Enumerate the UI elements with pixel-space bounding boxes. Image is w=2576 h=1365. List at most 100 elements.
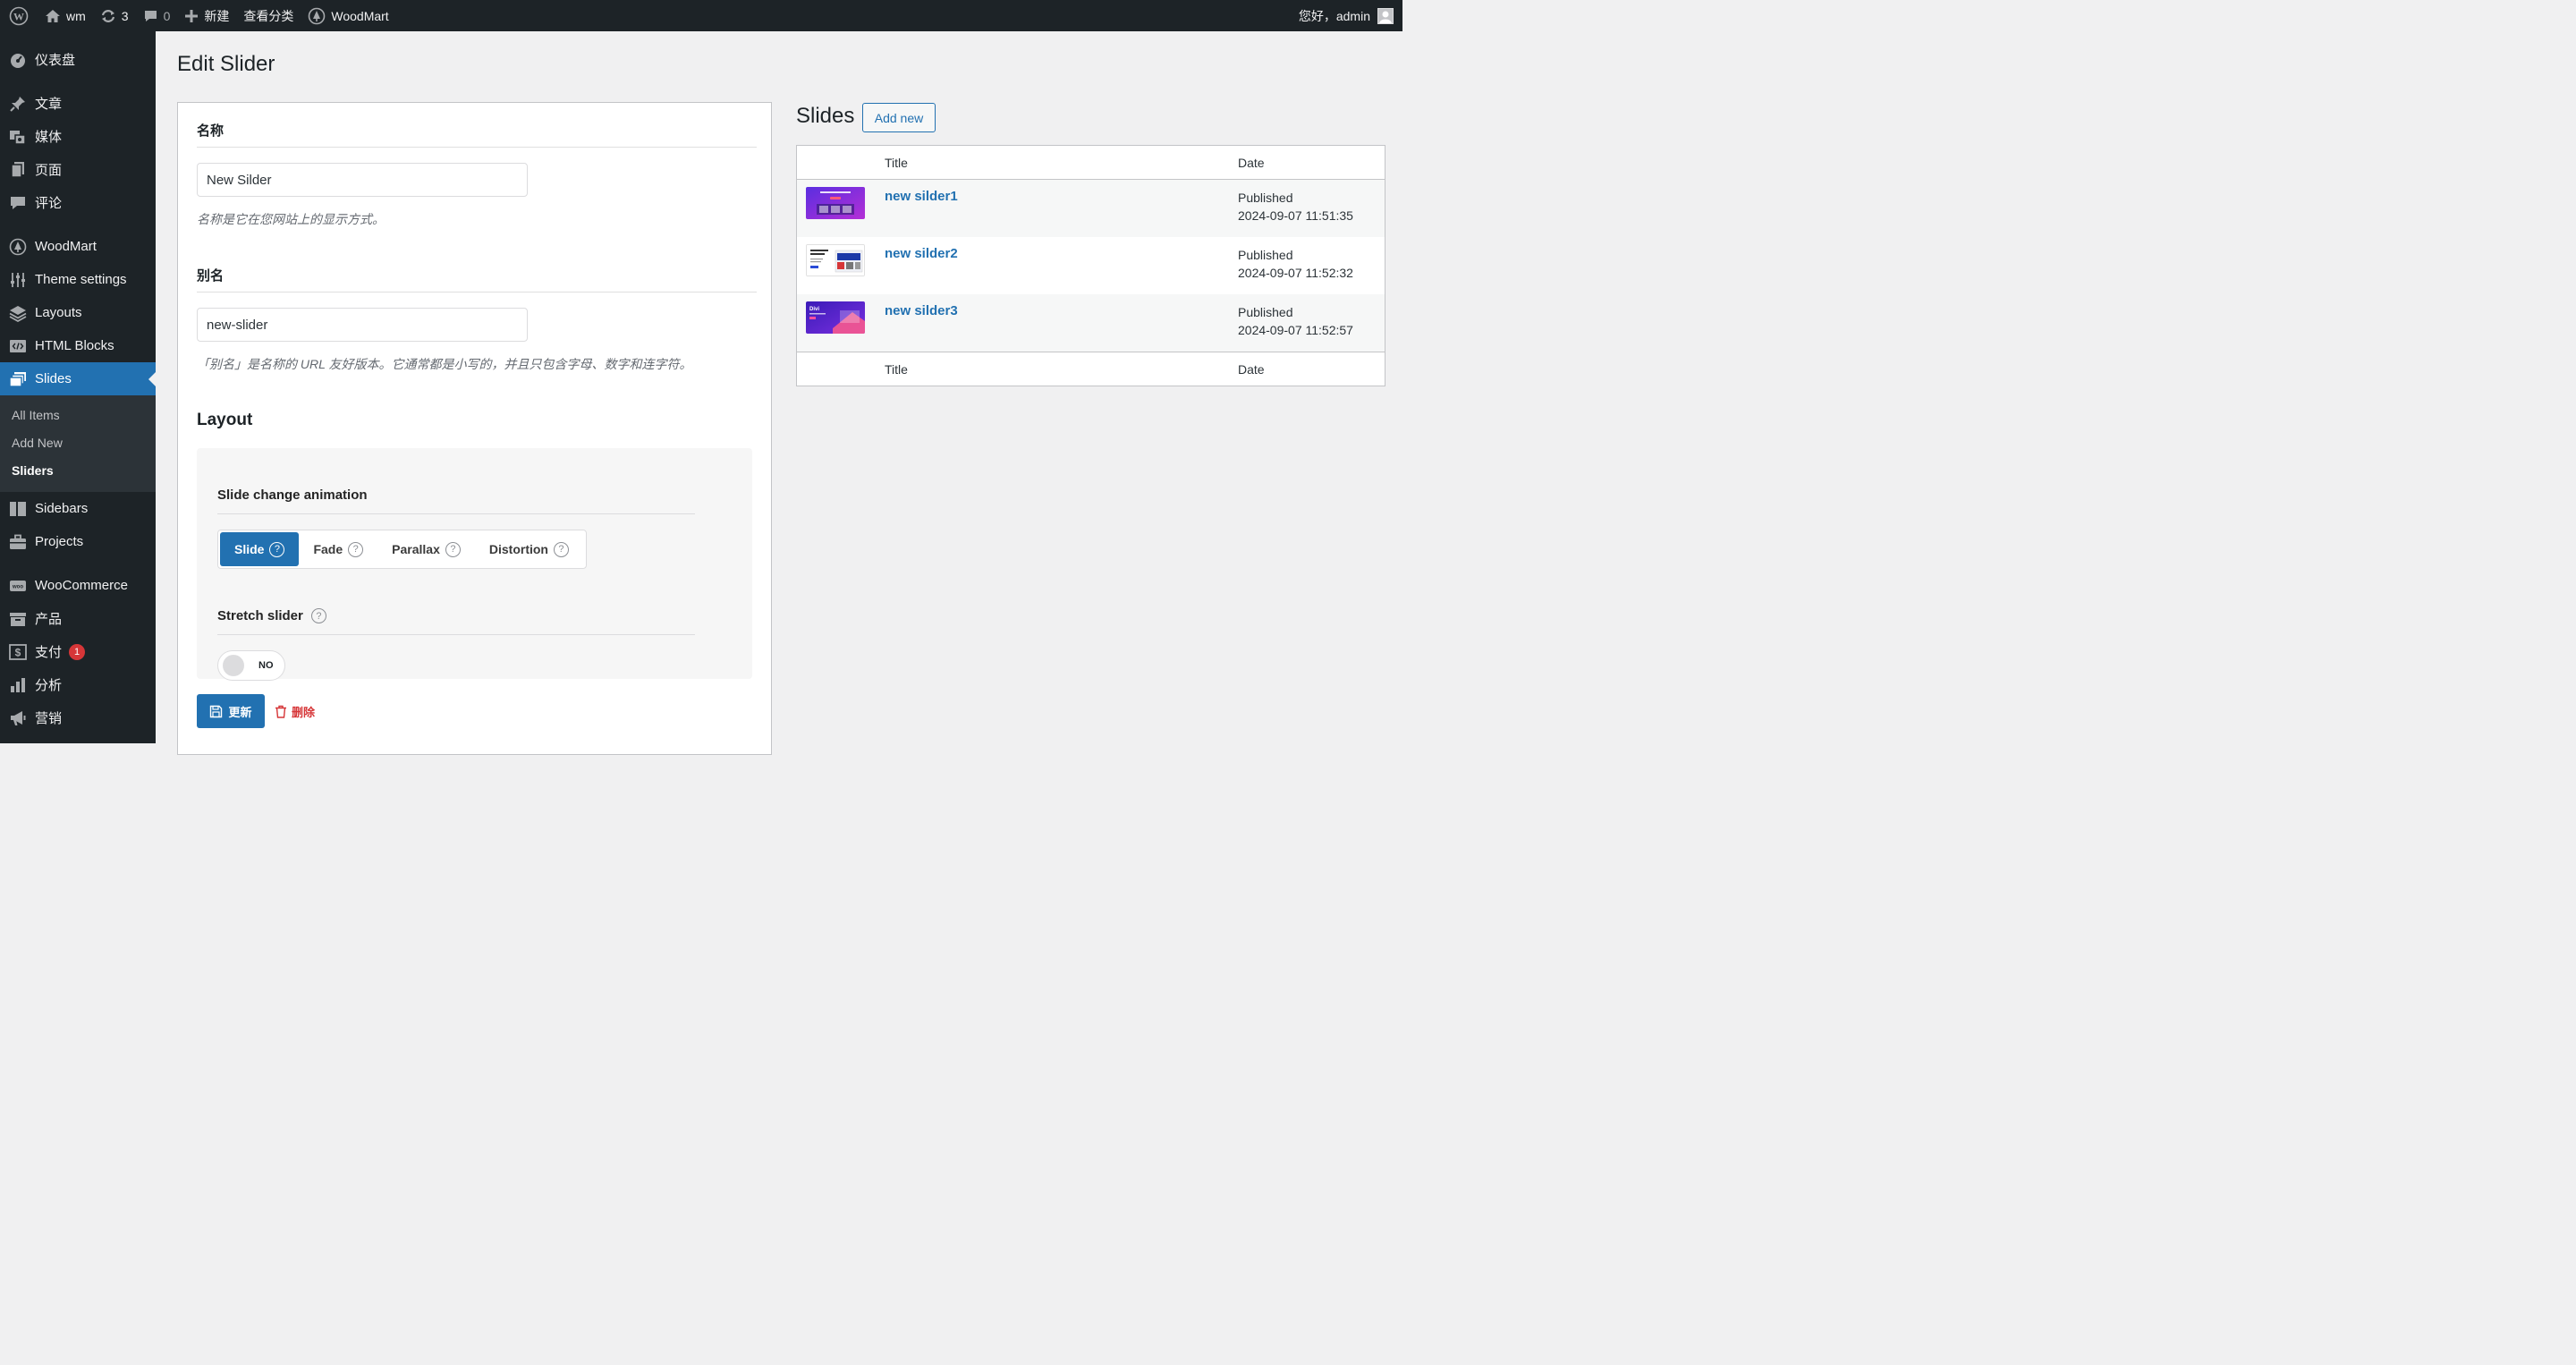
sidebar-item-analytics[interactable]: 分析 bbox=[0, 668, 156, 701]
help-icon[interactable]: ? bbox=[553, 541, 569, 557]
sidebar-label-posts: 文章 bbox=[35, 97, 63, 112]
update-button[interactable]: 更新 bbox=[197, 694, 265, 728]
sidebar-label-products: 产品 bbox=[35, 612, 63, 627]
sidebar-item-sidebars[interactable]: Sidebars bbox=[0, 492, 156, 525]
sidebar-item-woodmart[interactable]: WoodMart bbox=[0, 230, 156, 263]
slide-date: 2024-09-07 11:52:57 bbox=[1238, 323, 1353, 337]
sidebar-item-layouts[interactable]: Layouts bbox=[0, 296, 156, 329]
briefcase-icon bbox=[9, 533, 27, 551]
toggle-knob bbox=[223, 655, 244, 676]
animation-divider bbox=[217, 513, 695, 514]
sidebar-label-payments: 支付 bbox=[35, 645, 63, 660]
slide-date: 2024-09-07 11:51:35 bbox=[1238, 208, 1353, 223]
animation-option-label: Fade bbox=[313, 542, 343, 556]
sidebar-item-payments[interactable]: $ 支付 1 bbox=[0, 635, 156, 668]
slide-title-link[interactable]: new silder1 bbox=[885, 189, 958, 204]
sidebar-item-projects[interactable]: Projects bbox=[0, 525, 156, 558]
new-content-link[interactable]: 新建 bbox=[177, 0, 236, 31]
help-icon[interactable]: ? bbox=[269, 541, 285, 557]
delete-button[interactable]: 删除 bbox=[275, 694, 315, 728]
plus-icon bbox=[184, 9, 199, 23]
comments-count: 0 bbox=[163, 8, 171, 23]
updates-link[interactable]: 3 bbox=[93, 0, 136, 31]
animation-option-parallax[interactable]: Parallax ? bbox=[377, 532, 475, 566]
slide-thumbnail[interactable] bbox=[806, 187, 865, 219]
animation-option-fade[interactable]: Fade ? bbox=[299, 532, 377, 566]
sidebar-item-slides[interactable]: Slides bbox=[0, 362, 156, 395]
add-new-slide-button[interactable]: Add new bbox=[862, 103, 936, 132]
sidebar-label-sidebars: Sidebars bbox=[35, 501, 89, 516]
comments-link[interactable]: 0 bbox=[136, 0, 178, 31]
new-label: 新建 bbox=[204, 8, 230, 23]
slide-title-link[interactable]: new silder2 bbox=[885, 246, 958, 261]
updates-count: 3 bbox=[121, 8, 129, 23]
table-row: new silder2 Published 2024-09-07 11:52:3… bbox=[797, 237, 1385, 294]
stretch-slider-toggle[interactable]: NO bbox=[217, 650, 285, 681]
slide-thumbnail[interactable] bbox=[806, 244, 865, 276]
slide-date: 2024-09-07 11:52:32 bbox=[1238, 266, 1353, 280]
sidebar-label-pages: 页面 bbox=[35, 163, 63, 178]
sidebar-item-dashboard[interactable]: 仪表盘 bbox=[0, 43, 156, 76]
account-menu[interactable]: 您好，admin bbox=[1299, 7, 1402, 25]
wordpress-logo[interactable]: W bbox=[0, 0, 38, 31]
name-input[interactable] bbox=[197, 163, 528, 197]
name-description: 名称是它在您网站上的显示方式。 bbox=[197, 212, 385, 226]
table-row: new silder1 Published 2024-09-07 11:51:3… bbox=[797, 180, 1385, 237]
sidebar-label-woodmart: WoodMart bbox=[35, 239, 97, 254]
help-icon[interactable]: ? bbox=[445, 541, 461, 557]
name-label: 名称 bbox=[197, 123, 225, 139]
sidebar-label-theme-settings: Theme settings bbox=[35, 272, 127, 287]
name-divider bbox=[197, 147, 757, 148]
megaphone-icon bbox=[9, 709, 27, 727]
sidebar-item-woocommerce[interactable]: woo WooCommerce bbox=[0, 569, 156, 602]
sliders-icon bbox=[9, 271, 27, 289]
site-name-link[interactable]: wm bbox=[38, 0, 93, 31]
stretch-divider bbox=[217, 634, 695, 635]
sidebar-label-dashboard: 仪表盘 bbox=[35, 53, 76, 68]
sidebars-icon bbox=[9, 500, 27, 518]
page-title: Edit Slider bbox=[177, 52, 275, 76]
sidebar-item-posts[interactable]: 文章 bbox=[0, 87, 156, 120]
help-icon[interactable]: ? bbox=[310, 608, 326, 623]
help-icon[interactable]: ? bbox=[348, 541, 364, 557]
submenu-sliders[interactable]: Sliders bbox=[0, 457, 156, 485]
column-footer-title[interactable]: Title bbox=[885, 362, 908, 377]
view-category-link[interactable]: 查看分类 bbox=[236, 0, 301, 31]
woodmart-link[interactable]: WoodMart bbox=[301, 0, 395, 31]
sidebar-item-theme-settings[interactable]: Theme settings bbox=[0, 263, 156, 296]
animation-option-distortion[interactable]: Distortion ? bbox=[475, 532, 583, 566]
animation-button-group: Slide ? Fade ? Parallax ? Distortion ? bbox=[217, 530, 587, 569]
sidebar-item-products[interactable]: 产品 bbox=[0, 602, 156, 635]
sidebar-item-media[interactable]: 媒体 bbox=[0, 120, 156, 153]
slide-title-link[interactable]: new silder3 bbox=[885, 303, 958, 318]
comment-icon bbox=[143, 9, 158, 23]
dollar-icon: $ bbox=[9, 643, 27, 661]
delete-label: 删除 bbox=[292, 705, 316, 719]
comments-icon bbox=[9, 194, 27, 212]
sidebar-item-comments[interactable]: 评论 bbox=[0, 186, 156, 219]
submenu-all-items[interactable]: All Items bbox=[0, 402, 156, 429]
update-label: 更新 bbox=[228, 705, 252, 719]
slide-thumbnail[interactable]: Divi bbox=[806, 301, 865, 334]
animation-option-slide[interactable]: Slide ? bbox=[220, 532, 300, 566]
sidebar-label-comments: 评论 bbox=[35, 196, 63, 211]
archive-icon bbox=[9, 610, 27, 628]
admin-bar: W wm 3 0 新建 查看分类 WoodMart 您好，admin bbox=[0, 0, 1402, 31]
save-icon bbox=[209, 705, 223, 718]
slide-status: Published bbox=[1238, 305, 1293, 319]
animation-option-label: Slide bbox=[234, 542, 265, 556]
sidebar-item-marketing[interactable]: 营销 bbox=[0, 701, 156, 734]
toggle-state: NO bbox=[258, 660, 274, 671]
sidebar-item-html-blocks[interactable]: HTML Blocks bbox=[0, 329, 156, 362]
stretch-label-text: Stretch slider bbox=[217, 608, 303, 623]
submenu-add-new[interactable]: Add New bbox=[0, 429, 156, 457]
sidebar-item-pages[interactable]: 页面 bbox=[0, 153, 156, 186]
column-header-title[interactable]: Title bbox=[885, 156, 908, 170]
column-header-date[interactable]: Date bbox=[1238, 156, 1265, 170]
column-footer-date[interactable]: Date bbox=[1238, 362, 1265, 377]
view-category-label: 查看分类 bbox=[243, 8, 294, 23]
slug-input[interactable] bbox=[197, 308, 528, 342]
svg-text:Divi: Divi bbox=[809, 307, 819, 312]
table-row: Divi new silder3 Published 2024-09-07 11… bbox=[797, 294, 1385, 352]
media-icon bbox=[9, 128, 27, 146]
